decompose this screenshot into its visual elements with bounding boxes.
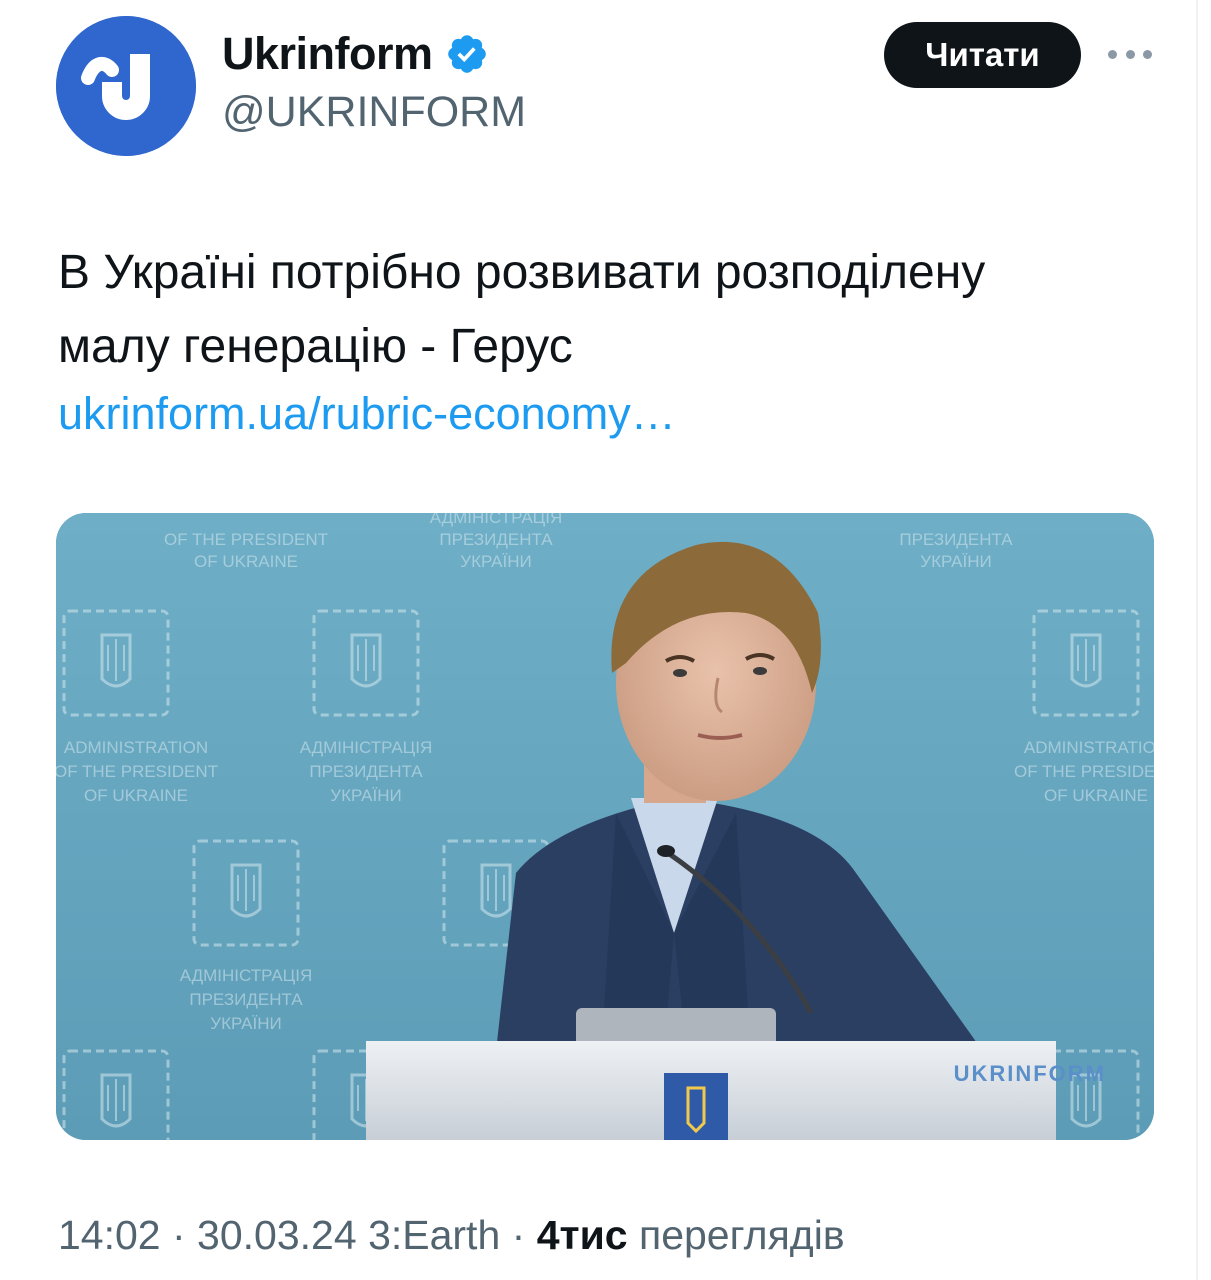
- svg-text:ADMINISTRATION: ADMINISTRATION: [64, 738, 208, 757]
- svg-text:УКРАЇНИ: УКРАЇНИ: [460, 552, 531, 571]
- svg-text:АДМІНІСТРАЦІЯ: АДМІНІСТРАЦІЯ: [300, 738, 433, 757]
- meta-separator: ·: [500, 1212, 537, 1258]
- svg-text:УКРАЇНИ: УКРАЇНИ: [210, 1014, 281, 1033]
- svg-text:OF THE PRESIDENT: OF THE PRESIDENT: [164, 530, 328, 549]
- views-count[interactable]: 4тис: [537, 1212, 628, 1258]
- svg-text:УКРАЇНИ: УКРАЇНИ: [920, 552, 991, 571]
- media-watermark: UKRINFORM: [954, 1061, 1106, 1086]
- display-name-row[interactable]: Ukrinform: [222, 26, 489, 82]
- follow-button[interactable]: Читати: [884, 22, 1081, 88]
- svg-text:OF UKRAINE: OF UKRAINE: [1044, 786, 1148, 805]
- timeline-divider: [1196, 0, 1198, 1280]
- svg-text:OF THE PRESIDENT: OF THE PRESIDENT: [1014, 762, 1154, 781]
- tweet-date[interactable]: 30.03.24: [197, 1212, 357, 1258]
- views-label: переглядів: [639, 1212, 845, 1258]
- svg-text:OF UKRAINE: OF UKRAINE: [194, 552, 298, 571]
- svg-text:ПРЕЗИДЕНТА: ПРЕЗИДЕНТА: [309, 762, 423, 781]
- tweet-media-image[interactable]: OF THE PRESIDENT OF UKRAINE АДМІНІСТРАЦІ…: [56, 513, 1154, 1140]
- svg-text:OF THE PRESIDENT: OF THE PRESIDENT: [56, 762, 218, 781]
- tweet-time[interactable]: 14:02: [58, 1212, 161, 1258]
- tweet-meta: 14:02 · 30.03.24 3:Earth · 4тис перегляд…: [58, 1212, 845, 1259]
- svg-text:ADMINISTRATION: ADMINISTRATION: [1024, 738, 1154, 757]
- avatar[interactable]: [56, 16, 196, 156]
- tweet-text-line: В Україні потрібно розвивати розподілену: [58, 246, 986, 299]
- more-dots-icon[interactable]: [1108, 46, 1152, 62]
- svg-text:АДМІНІСТРАЦІЯ: АДМІНІСТРАЦІЯ: [180, 966, 313, 985]
- podium: [366, 1041, 1056, 1140]
- meta-separator: ·: [160, 1212, 198, 1258]
- svg-text:ПРЕЗИДЕНТА: ПРЕЗИДЕНТА: [899, 530, 1013, 549]
- tweet-client: 3:Earth: [368, 1212, 501, 1258]
- tweet-text: В Україні потрібно розвивати розподілену…: [58, 236, 1158, 384]
- display-name[interactable]: Ukrinform: [222, 28, 433, 80]
- verified-badge-icon: [447, 35, 486, 73]
- svg-text:ПРЕЗИДЕНТА: ПРЕЗИДЕНТА: [189, 990, 303, 1009]
- ukrinform-logo-icon: [56, 16, 196, 156]
- svg-text:АДМІНІСТРАЦІЯ: АДМІНІСТРАЦІЯ: [430, 513, 563, 527]
- tweet-link[interactable]: ukrinform.ua/rubric-economy…: [58, 382, 676, 446]
- tweet-text-line: малу генерацію - Герус: [58, 320, 573, 373]
- svg-text:УКРАЇНИ: УКРАЇНИ: [330, 786, 401, 805]
- svg-text:ПРЕЗИДЕНТА: ПРЕЗИДЕНТА: [439, 530, 553, 549]
- svg-text:OF UKRAINE: OF UKRAINE: [84, 786, 188, 805]
- account-handle[interactable]: @UKRINFORM: [222, 88, 526, 137]
